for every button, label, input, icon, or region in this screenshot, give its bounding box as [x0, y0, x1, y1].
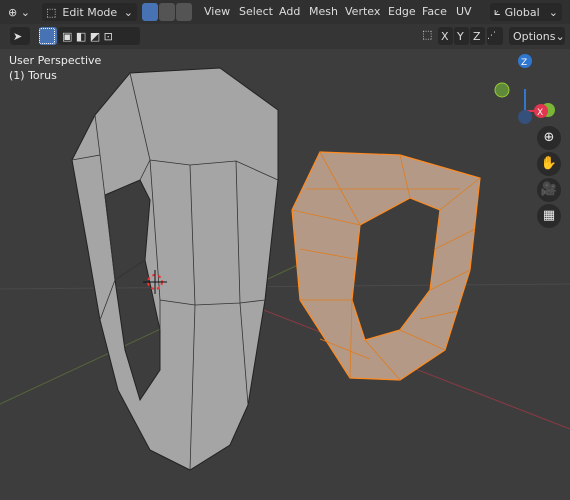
menu-uv[interactable]: UV: [456, 5, 472, 18]
edge-select-button[interactable]: [159, 3, 175, 21]
gizmo-neg-z[interactable]: [518, 110, 532, 124]
vertex-select-icon: [142, 4, 158, 20]
menu-select[interactable]: Select: [239, 5, 273, 18]
face-select-icon: [176, 4, 192, 20]
vertex-select-button[interactable]: [142, 3, 158, 21]
mesh-left[interactable]: [71, 67, 279, 471]
gizmo-z-label: Z: [521, 58, 527, 68]
edge-select-icon: [159, 4, 175, 20]
gizmo-x-label: X: [537, 108, 543, 118]
options-dropdown[interactable]: Options ⌄: [509, 27, 565, 45]
menu-edge[interactable]: Edge: [388, 5, 416, 18]
3d-viewport[interactable]: Z X User Perspective (1) Torus ⊕ ✋ 🎥 ▦: [0, 49, 570, 500]
select-new-button[interactable]: [39, 27, 57, 45]
zoom-icon[interactable]: ⊕: [537, 126, 561, 150]
mode-label: Edit Mode: [62, 5, 118, 19]
select-mode-icons: ▣ ◧ ◩ ⊡: [62, 29, 113, 43]
object-name: (1) Torus: [9, 69, 57, 82]
snap-button[interactable]: ⋰: [487, 27, 503, 45]
grid-line: [0, 283, 570, 290]
chevron-down-icon: ⌄: [555, 29, 565, 43]
chevron-down-icon: ⌄: [548, 5, 558, 19]
snap-icon: ⋰: [487, 31, 496, 41]
mirror-y-button[interactable]: Y: [454, 27, 469, 45]
view-name: User Perspective: [9, 54, 102, 67]
editor-type-button[interactable]: ⊕ ⌄: [4, 3, 36, 21]
chevron-down-icon: ⌄: [123, 5, 133, 19]
mirror-z-button[interactable]: Z: [470, 27, 485, 45]
gizmo-neg-y[interactable]: [494, 82, 510, 98]
mirror-icon: ⬚: [422, 28, 433, 41]
axis-y-label: Y: [457, 29, 464, 43]
mode-dropdown[interactable]: ⬚ Edit Mode ⌄: [42, 3, 137, 21]
axis-z-label: Z: [473, 29, 481, 43]
mesh-torus-selected[interactable]: [291, 151, 481, 381]
navigation-gizmo[interactable]: Z X: [494, 54, 555, 124]
cursor-icon: ➤: [13, 29, 23, 43]
options-label: Options: [513, 29, 556, 43]
select-tool-button[interactable]: ➤: [10, 27, 30, 45]
edit-mode-icon: ⬚: [46, 5, 57, 19]
axis-x-label: X: [441, 29, 449, 43]
menu-view[interactable]: View: [204, 5, 230, 18]
camera-icon[interactable]: 🎥: [537, 178, 561, 202]
select-mode-group[interactable]: ▣ ◧ ◩ ⊡: [58, 27, 140, 45]
menu-vertex[interactable]: Vertex: [345, 5, 380, 18]
hand-pan-icon[interactable]: ✋: [537, 152, 561, 176]
editor-type-icon: ⊕ ⌄: [8, 5, 30, 19]
orientation-label: Global: [504, 5, 540, 19]
face-select-button[interactable]: [176, 3, 192, 21]
transform-orientation-icon: ⟀: [494, 5, 501, 18]
scene: Z X: [0, 54, 570, 471]
menu-face[interactable]: Face: [422, 5, 447, 18]
orientation-dropdown[interactable]: ⟀ Global ⌄: [490, 3, 562, 21]
mirror-x-button[interactable]: X: [438, 27, 453, 45]
grid-perspective-icon[interactable]: ▦: [537, 204, 561, 228]
menu-add[interactable]: Add: [279, 5, 300, 18]
select-new-icon: [39, 28, 55, 44]
menu-mesh[interactable]: Mesh: [309, 5, 338, 18]
header-bar: ⊕ ⌄ ⬚ Edit Mode ⌄ View Select Add Mesh Ver…: [0, 0, 570, 24]
tool-settings-bar: ➤ ▣ ◧ ◩ ⊡ ⬚ X Y Z ⋰ Options ⌄: [0, 23, 570, 49]
